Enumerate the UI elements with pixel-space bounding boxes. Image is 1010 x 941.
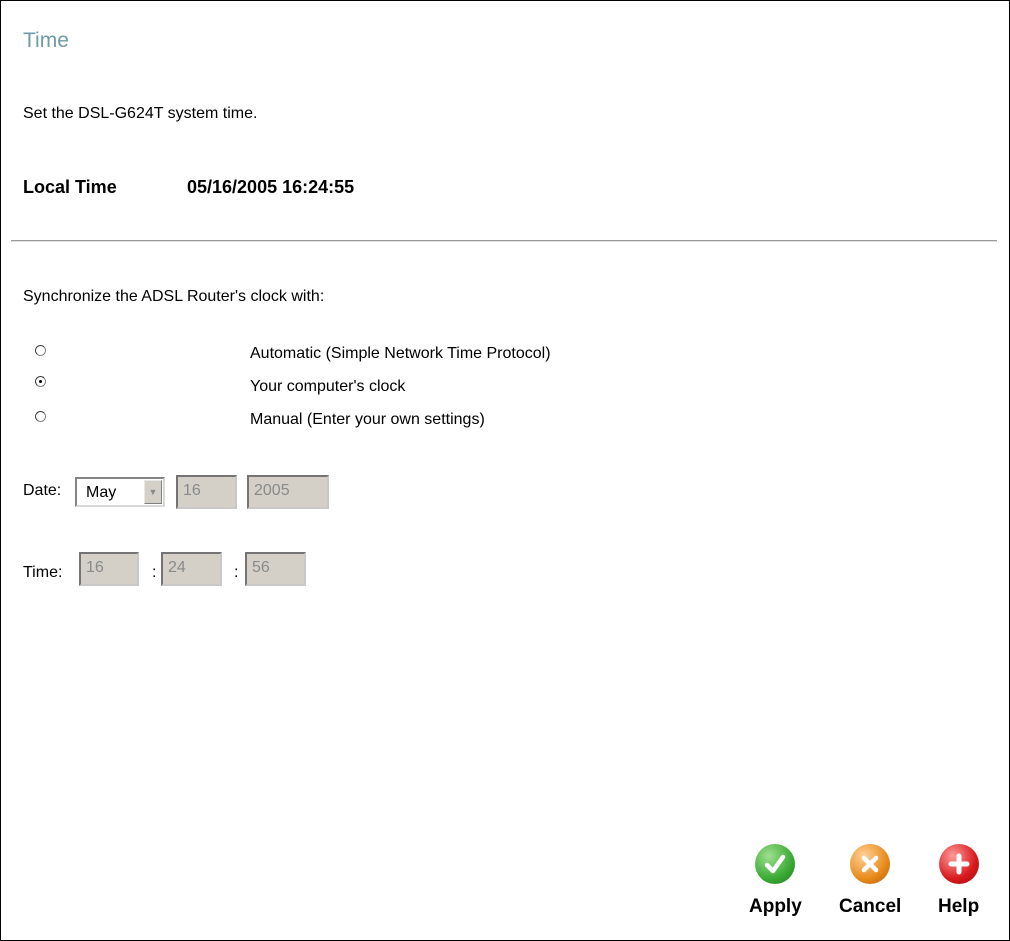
hour-field[interactable]: 16: [79, 552, 139, 586]
minute-field[interactable]: 24: [161, 552, 222, 586]
time-settings-panel: Time Set the DSL-G624T system time. Loca…: [0, 0, 1010, 941]
time-label: Time:: [23, 564, 63, 581]
help-button[interactable]: Help: [938, 844, 979, 918]
day-field[interactable]: 16: [176, 475, 237, 509]
divider: [11, 240, 997, 242]
chevron-down-icon[interactable]: ▼: [144, 480, 162, 504]
page-description: Set the DSL-G624T system time.: [23, 105, 258, 122]
apply-button[interactable]: Apply: [749, 844, 802, 918]
radio-computer-clock[interactable]: [35, 376, 46, 387]
page-title: Time: [23, 29, 69, 52]
date-label: Date:: [23, 482, 62, 499]
time-separator: :: [234, 564, 239, 581]
plus-icon: [938, 844, 979, 884]
local-time-value: 05/16/2005 16:24:55: [187, 177, 355, 197]
cancel-label: Cancel: [839, 896, 902, 917]
close-icon: [850, 844, 891, 884]
time-separator: :: [152, 564, 157, 581]
radio-manual[interactable]: [35, 411, 46, 422]
month-select[interactable]: May ▼: [75, 477, 165, 507]
radio-automatic[interactable]: [35, 345, 46, 356]
help-label: Help: [938, 896, 980, 917]
year-field[interactable]: 2005: [247, 475, 329, 509]
second-field[interactable]: 56: [245, 552, 306, 586]
option-automatic-label: Automatic (Simple Network Time Protocol): [250, 345, 551, 362]
option-manual-label: Manual (Enter your own settings): [250, 411, 485, 428]
apply-label: Apply: [749, 896, 802, 917]
month-value: May: [86, 484, 117, 501]
check-icon: [755, 844, 796, 884]
sync-heading: Synchronize the ADSL Router's clock with…: [23, 288, 325, 305]
option-computer-clock-label: Your computer's clock: [250, 378, 406, 395]
cancel-button[interactable]: Cancel: [839, 844, 901, 918]
local-time-label: Local Time: [23, 177, 117, 197]
